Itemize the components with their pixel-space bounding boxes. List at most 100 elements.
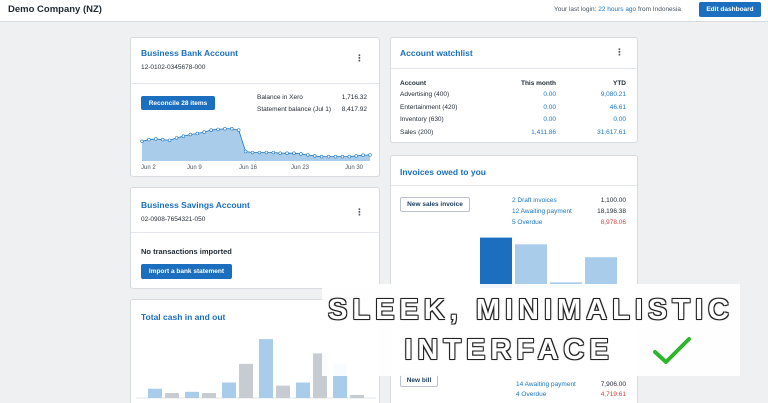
- bills-summary-label[interactable]: 14 Awaiting payment: [516, 381, 576, 388]
- bank-balance-point: [174, 136, 179, 140]
- bank-balance-point: [292, 151, 296, 155]
- cash-bar: [202, 393, 216, 398]
- bank-balance-point: [230, 127, 234, 131]
- bank-balance-point: [299, 152, 303, 156]
- watchlist-row-month: 0.00: [543, 116, 556, 123]
- last-login-time-link[interactable]: 22 hours ago: [598, 6, 636, 13]
- savings-account-divider: [131, 232, 379, 233]
- bills-summary-value: 4,719.61: [600, 391, 626, 398]
- bank-balance-point: [188, 132, 193, 137]
- bank-balance-point: [257, 150, 262, 155]
- balance-xero-label: Balance in Xero: [257, 94, 303, 101]
- watchlist-menu-icon[interactable]: ⋮: [615, 48, 624, 57]
- cash-bar: [296, 382, 310, 398]
- watchlist-header-ytd: YTD: [613, 80, 626, 87]
- cash-in-out-title[interactable]: Total cash in and out: [141, 312, 225, 322]
- bank-chart-x-label: Jun 2: [141, 165, 156, 171]
- bank-balance-point: [326, 154, 331, 159]
- bills-summary-label[interactable]: 4 Overdue: [516, 391, 546, 398]
- bank-balance-point: [333, 154, 338, 159]
- bank-balance-point: [271, 150, 275, 155]
- bank-balance-chart: [140, 127, 372, 161]
- organisation-name[interactable]: Demo Company (NZ): [8, 4, 102, 15]
- bank-balance-point: [250, 150, 255, 155]
- bank-balance-point: [306, 153, 310, 157]
- watchlist-row-ytd: 31,617.61: [597, 128, 626, 136]
- invoice-summary-label[interactable]: 2 Draft invoices: [512, 197, 557, 204]
- cash-bar: [148, 388, 162, 398]
- watchlist-divider: [391, 68, 637, 69]
- savings-account-title[interactable]: Business Savings Account: [141, 200, 250, 210]
- checkmark-icon: [653, 337, 691, 364]
- watchlist-row-account: Entertainment (420): [400, 103, 458, 111]
- bank-balance-point: [285, 151, 289, 155]
- edit-dashboard-button[interactable]: Edit dashboard: [699, 2, 761, 17]
- cash-bar: [276, 385, 290, 398]
- invoices-divider: [391, 185, 637, 186]
- invoice-summary-value: 1,100.00: [600, 197, 626, 204]
- invoices-chart: [480, 237, 617, 288]
- no-transactions-text: No transactions imported: [141, 247, 232, 256]
- bank-balance-point: [361, 153, 365, 157]
- promo-overlay: SLEEK, MINIMALISTIC INTERFACE: [322, 284, 740, 376]
- statement-balance-value: 8,417.92: [341, 106, 367, 113]
- invoice-summary-value: 18,196.38: [597, 208, 626, 215]
- import-statement-button[interactable]: Import a bank statement: [141, 264, 232, 279]
- invoice-summary-value: 8,978.06: [600, 219, 626, 226]
- invoice-summary-label[interactable]: 12 Awaiting payment: [512, 208, 572, 215]
- bank-balance-point: [313, 154, 317, 158]
- bank-balance-point: [161, 137, 165, 142]
- bank-account-divider: [131, 83, 379, 84]
- cash-bar: [259, 339, 273, 398]
- bank-balance-point: [202, 130, 206, 134]
- cash-bar: [165, 393, 179, 398]
- bank-balance-point: [237, 128, 241, 132]
- overlay-headline: SLEEK, MINIMALISTIC: [328, 294, 734, 326]
- bank-balance-point: [154, 137, 158, 141]
- invoice-summary-label[interactable]: 5 Overdue: [512, 219, 542, 226]
- cash-bar: [350, 394, 364, 398]
- watchlist-row-ytd: 0.00: [613, 116, 626, 123]
- bank-balance-point: [347, 154, 351, 159]
- account-watchlist-card: Account watchlist ⋮ Account This month YTD…: [390, 37, 638, 143]
- watchlist-header-month: This month: [520, 80, 556, 87]
- cash-bar: [239, 363, 253, 398]
- bank-chart-x-label: Jun 30: [345, 165, 364, 171]
- bank-chart-x-label: Jun 16: [239, 165, 258, 171]
- reconcile-button[interactable]: Reconcile 28 items: [141, 96, 215, 110]
- invoice-bar: [515, 244, 547, 288]
- bank-balance-point: [216, 127, 220, 132]
- bank-account-title[interactable]: Business Bank Account: [141, 48, 238, 58]
- new-sales-invoice-button[interactable]: New sales invoice: [400, 197, 470, 212]
- invoices-title[interactable]: Invoices owed to you: [400, 167, 486, 177]
- watchlist-row-month: 1,411.86: [531, 128, 556, 136]
- watchlist-row-month: 0.00: [543, 91, 556, 98]
- last-login-info: Your last login: 22 hours ago from Indon…: [554, 6, 681, 13]
- bills-summary-value: 7,906.00: [600, 381, 626, 388]
- watchlist-row-account: Advertising (400): [400, 91, 450, 98]
- bank-balance-point: [147, 137, 151, 142]
- bank-balance-point: [319, 154, 324, 159]
- bank-balance-point: [140, 139, 144, 143]
- bank-balance-point: [264, 150, 269, 155]
- watchlist-row-account: Sales (200): [400, 128, 434, 136]
- bank-balance-point: [340, 154, 345, 159]
- bank-balance-point: [354, 154, 358, 158]
- watchlist-row-ytd: 9,080.21: [600, 91, 626, 98]
- bank-account-menu-icon[interactable]: ⋮: [355, 54, 364, 63]
- bank-balance-point: [278, 151, 282, 155]
- top-bar: Demo Company (NZ) Your last login: 22 ho…: [0, 0, 768, 22]
- invoice-bar: [480, 237, 512, 288]
- last-login-prefix: Your last login:: [554, 6, 597, 13]
- watchlist-title[interactable]: Account watchlist: [400, 48, 473, 58]
- statement-balance-label: Statement balance (Jul 1): [257, 106, 332, 113]
- last-login-suffix: from Indonesia: [637, 6, 681, 13]
- cash-bar: [185, 391, 199, 398]
- watchlist-row-account: Inventory (630): [400, 116, 444, 123]
- bank-balance-point: [209, 128, 213, 132]
- bank-balance-point: [368, 153, 372, 157]
- bank-balance-point: [223, 127, 227, 131]
- savings-account-menu-icon[interactable]: ⋮: [355, 208, 364, 217]
- bank-chart-x-label: Jun 23: [291, 165, 310, 171]
- bank-chart-x-label: Jun 9: [187, 165, 202, 171]
